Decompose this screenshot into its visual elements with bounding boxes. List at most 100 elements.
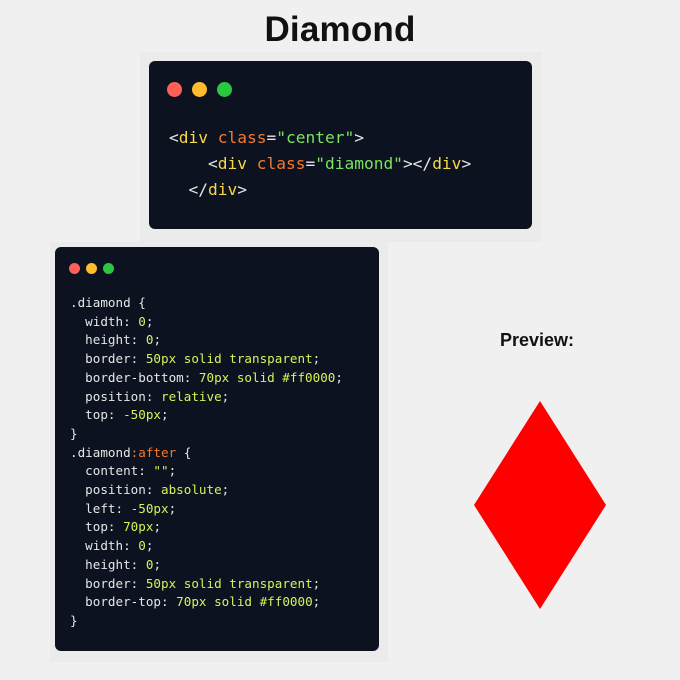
code-token: > (354, 128, 364, 147)
code-token: ; (145, 313, 154, 329)
code-token: ; (335, 369, 343, 385)
code-token: ; (153, 519, 162, 535)
code-token: = (266, 128, 277, 147)
code-line: top: -50px; (70, 406, 343, 425)
css-code-block: .diamond { width: 0; height: 0; border: … (70, 294, 343, 631)
code-line: height: 0; (70, 556, 343, 575)
code-line: } (70, 612, 343, 631)
code-token: > (461, 154, 472, 173)
window-controls (167, 82, 232, 97)
code-token: ; (312, 594, 321, 610)
code-line: <div class="center"> (169, 125, 471, 151)
code-line: position: absolute; (70, 481, 343, 500)
code-line: height: 0; (70, 331, 343, 350)
code-token: ; (161, 407, 169, 423)
code-token: div (178, 128, 208, 147)
code-line: border: 50px solid transparent; (70, 575, 343, 594)
minimize-dot-icon (192, 82, 207, 97)
code-token: class (217, 128, 267, 147)
code-token: < (169, 128, 179, 147)
code-line: <div class="diamond"></div> (169, 151, 471, 177)
code-token: .diamond (70, 444, 131, 460)
code-token: 0 (138, 313, 146, 329)
code-token: "diamond" (315, 154, 403, 173)
code-token: "center" (276, 128, 355, 147)
code-token: { (176, 444, 192, 460)
code-token: border: (85, 575, 146, 591)
code-token: 50px solid transparent (145, 351, 313, 367)
code-token: 70px (123, 519, 154, 535)
code-token: border: (85, 351, 146, 367)
close-dot-icon (167, 82, 182, 97)
code-token: position: (85, 388, 161, 404)
code-token: top: (85, 519, 124, 535)
code-token: absolute (161, 482, 222, 498)
preview-label: Preview: (500, 330, 575, 350)
code-line: width: 0; (70, 313, 343, 332)
code-token: left: (85, 500, 131, 516)
code-token: 70px solid #ff0000 (176, 594, 313, 610)
code-token: } (70, 425, 78, 441)
code-token: -50px (130, 500, 169, 516)
code-token: width: (85, 538, 139, 554)
code-token: 0 (138, 538, 146, 554)
code-token: ></ (402, 154, 433, 173)
code-token: content: (85, 463, 154, 479)
css-code-card: .diamond { width: 0; height: 0; border: … (55, 247, 379, 651)
code-token: relative (161, 388, 222, 404)
html-code-card: <div class="center"> <div class="diamond… (149, 61, 532, 229)
code-token: </ (188, 180, 209, 199)
code-token: ; (221, 388, 230, 404)
code-line: top: 70px; (70, 518, 343, 537)
code-token: -50px (123, 407, 162, 423)
code-line: width: 0; (70, 537, 343, 556)
code-token: ; (168, 500, 177, 516)
code-token: > (237, 180, 247, 199)
window-controls (69, 263, 114, 274)
code-token: class (256, 154, 306, 173)
code-token: ; (168, 463, 177, 479)
code-line: content: ""; (70, 462, 343, 481)
code-token: border-top: (85, 594, 177, 610)
code-token: } (70, 612, 78, 628)
diamond-preview-icon (474, 401, 606, 609)
code-token: height: (85, 332, 146, 348)
code-token: ; (145, 538, 154, 554)
html-code-block: <div class="center"> <div class="diamond… (169, 125, 471, 203)
code-token: ; (153, 332, 162, 348)
maximize-dot-icon (217, 82, 232, 97)
code-token: < (207, 154, 218, 173)
minimize-dot-icon (86, 263, 97, 274)
code-token: ; (312, 351, 321, 367)
code-token: div (208, 180, 238, 199)
code-token: top: (85, 407, 124, 423)
close-dot-icon (69, 263, 80, 274)
code-token: ; (221, 482, 230, 498)
code-line: position: relative; (70, 388, 343, 407)
code-token: position: (85, 482, 161, 498)
code-token: height: (85, 556, 146, 572)
code-token: div (217, 154, 247, 173)
code-token: ; (312, 575, 321, 591)
code-line: </div> (169, 177, 471, 203)
code-line: border-top: 70px solid #ff0000; (70, 593, 343, 612)
code-token: div (432, 154, 462, 173)
code-token: width: (85, 313, 139, 329)
code-line: border-bottom: 70px solid #ff0000; (70, 369, 343, 388)
code-token: .diamond { (70, 295, 146, 310)
